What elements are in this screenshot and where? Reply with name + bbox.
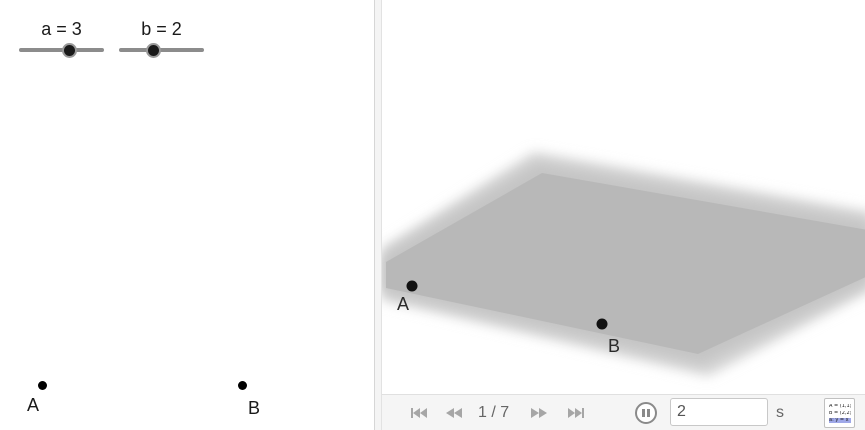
animation-speed-input[interactable] [670,398,768,426]
speed-unit-label: s [776,404,784,421]
slider-b-label: b = 2 [141,19,182,39]
algebra-icon-row: B = (2,2) [829,411,851,416]
point-b-2d-label: B [248,398,261,418]
graphics-view-2d[interactable]: a = 3 b = 2 A B [0,0,374,430]
point-a-3d-label: A [397,294,410,314]
page-indicator: 1 / 7 [478,404,510,421]
point-a-2d-label: A [27,395,40,415]
pause-icon[interactable] [635,402,657,424]
last-icon[interactable] [567,403,585,423]
first-icon[interactable] [410,403,428,423]
animation-bar: 1 / 7 s A = (1,1) B = (2,2) a: y = x [382,394,865,430]
point-b-3d-label: B [608,336,621,356]
slider-a-thumb[interactable] [62,43,78,58]
slider-b-track[interactable] [119,48,204,52]
algebra-icon-row: A = (1,1) [829,404,851,409]
algebra-icon-row: a: y = x [829,418,851,423]
slider-a[interactable]: a = 3 [19,18,104,58]
point-b-2d[interactable] [238,381,247,390]
point-a-2d[interactable] [38,381,47,390]
graphics-view-3d[interactable]: A B [382,0,865,394]
slider-a-label: a = 3 [41,19,82,39]
plane-3d [382,152,865,376]
slider-b-thumb[interactable] [146,43,161,58]
next-icon[interactable] [530,403,548,423]
algebra-view-toggle-icon[interactable]: A = (1,1) B = (2,2) a: y = x [824,398,855,428]
previous-icon[interactable] [445,403,463,423]
slider-b[interactable]: b = 2 [119,18,204,58]
view-divider[interactable] [374,0,382,430]
